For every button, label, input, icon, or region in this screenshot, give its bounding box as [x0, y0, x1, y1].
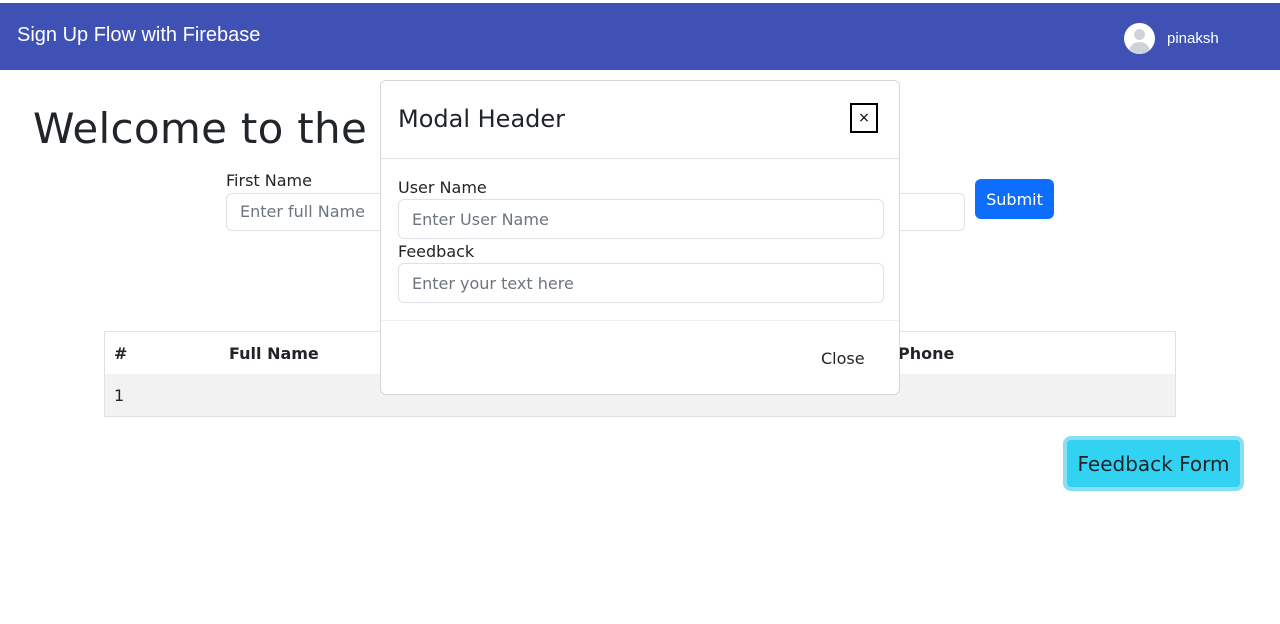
close-icon[interactable]: × [850, 103, 878, 133]
user-menu[interactable]: pinaksh [1124, 22, 1219, 54]
first-name-input[interactable]: Enter full Name [226, 193, 396, 231]
modal-header: Modal Header × [381, 81, 899, 159]
column-header-phone: Phone [898, 344, 955, 363]
avatar-icon [1124, 22, 1155, 54]
page: Sign Up Flow with Firebase pinaksh Welco… [0, 0, 1280, 624]
feedback-input[interactable] [398, 263, 884, 303]
navbar-brand[interactable]: Sign Up Flow with Firebase [17, 24, 260, 47]
modal-footer: Close [381, 320, 899, 395]
username: pinaksh [1167, 29, 1219, 47]
phone-input[interactable] [890, 193, 965, 231]
column-header-index: # [114, 344, 128, 363]
column-header-full-name: Full Name [229, 344, 319, 363]
user-name-label: User Name [398, 178, 487, 197]
feedback-form-button[interactable]: Feedback Form [1063, 436, 1244, 491]
first-name-label: First Name [226, 171, 312, 190]
feedback-modal: Modal Header × User Name Feedback Close [380, 80, 900, 395]
close-button[interactable]: Close [813, 345, 873, 372]
modal-title: Modal Header [398, 105, 566, 133]
navbar: Sign Up Flow with Firebase pinaksh [0, 3, 1280, 70]
submit-button[interactable]: Submit [975, 179, 1054, 219]
page-title: Welcome to the ho [33, 104, 434, 153]
table-cell-index: 1 [114, 386, 125, 405]
feedback-label: Feedback [398, 242, 475, 261]
user-name-input[interactable] [398, 199, 884, 239]
